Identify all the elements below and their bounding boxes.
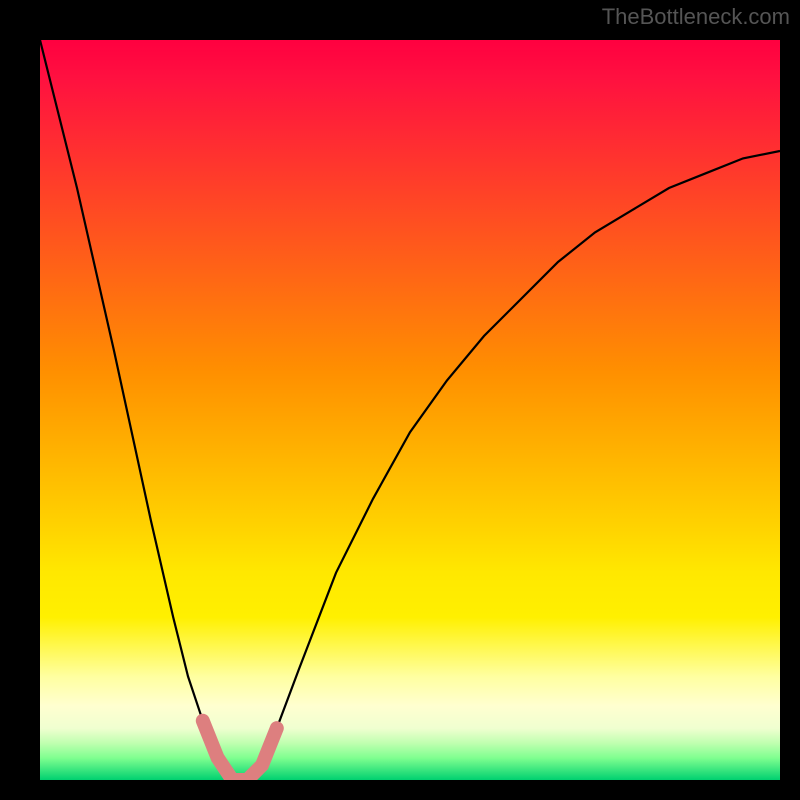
watermark-text: TheBottleneck.com — [602, 4, 790, 30]
bottleneck-chart — [40, 40, 780, 780]
bottleneck-curve-line — [40, 40, 780, 780]
optimal-zone-marker — [203, 721, 277, 780]
